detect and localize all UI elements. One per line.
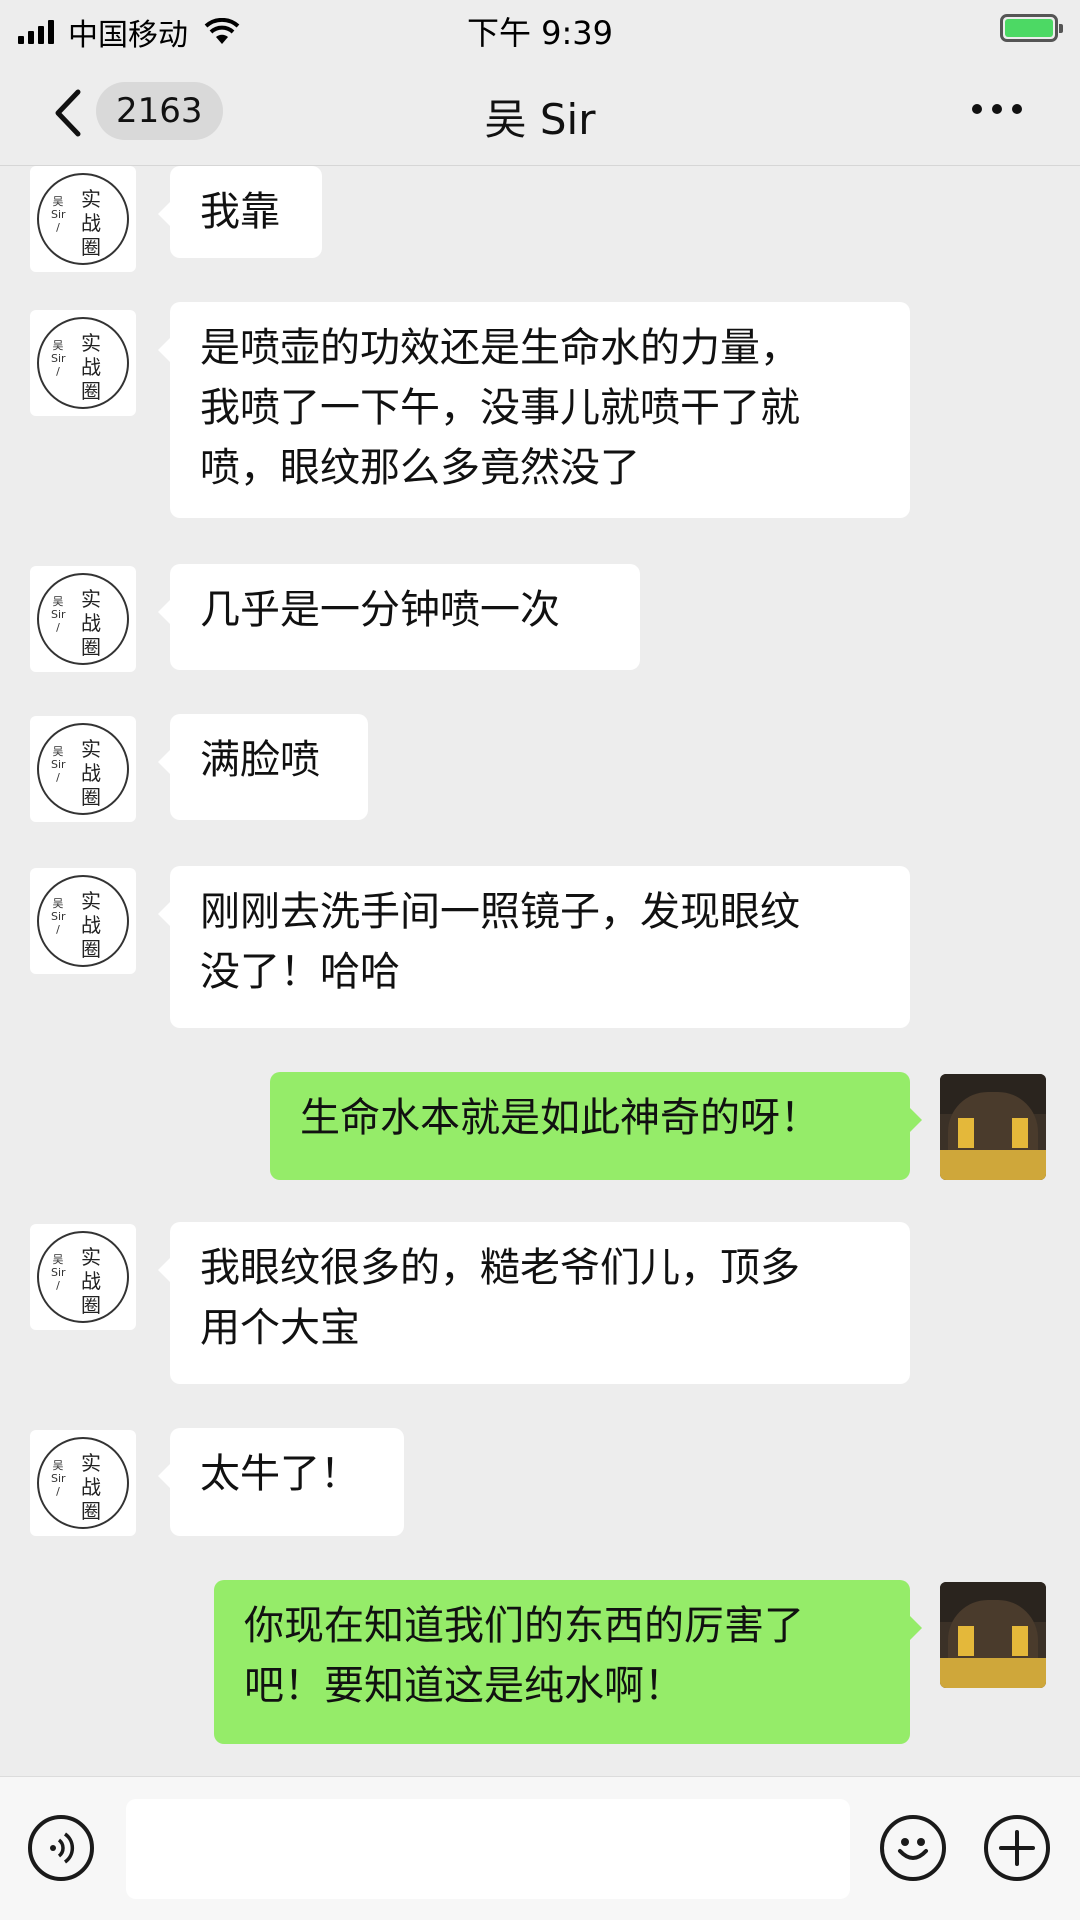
contact-logo: 吴 Sir / 实战圈 [37, 573, 129, 665]
incoming-message-bubble[interactable]: 满脸喷 [158, 714, 368, 820]
contact-avatar[interactable]: 吴 Sir / 实战圈 [30, 166, 136, 272]
contact-avatar[interactable]: 吴 Sir / 实战圈 [30, 310, 136, 416]
logo-small-text: 吴 Sir / [51, 1459, 66, 1498]
incoming-message-bubble[interactable]: 刚刚去洗手间一照镜子，发现眼纹 没了！哈哈 [158, 866, 910, 1028]
contact-logo: 吴 Sir / 实战圈 [37, 1437, 129, 1529]
status-bar: 中国移动 下午 9:39 [0, 0, 1080, 56]
avatar-photo-part [958, 1626, 974, 1656]
message-input[interactable] [126, 1799, 850, 1899]
avatar-photo-part [1012, 1626, 1028, 1656]
contact-logo: 吴 Sir / 实战圈 [37, 875, 129, 967]
input-bar [0, 1776, 1080, 1920]
avatar-photo-part [940, 1658, 1046, 1688]
nav-bar: 2163 吴 Sir [0, 56, 1080, 166]
chat-title: 吴 Sir [484, 95, 596, 144]
incoming-message-bubble[interactable]: 我眼纹很多的，糙老爷们儿，顶多 用个大宝 [158, 1222, 910, 1384]
battery-level [1005, 19, 1053, 37]
incoming-message-bubble[interactable]: 是喷壶的功效还是生命水的力量， 我喷了一下午，没事儿就喷干了就 喷，眼纹那么多竟… [158, 302, 910, 518]
battery-icon [1000, 14, 1063, 42]
incoming-message-bubble[interactable]: 几乎是一分钟喷一次 [158, 564, 640, 670]
outgoing-message-bubble[interactable]: 你现在知道我们的东西的厉害了 吧！要知道这是纯水啊！ [214, 1580, 922, 1744]
contact-avatar[interactable]: 吴 Sir / 实战圈 [30, 566, 136, 672]
emoji-icon[interactable] [880, 1815, 946, 1881]
logo-small-text: 吴 Sir / [51, 595, 66, 634]
logo-big-text: 实战圈 [81, 331, 101, 403]
logo-big-text: 实战圈 [81, 889, 101, 961]
incoming-message-bubble[interactable]: 我靠 [158, 166, 322, 258]
incoming-message-bubble[interactable]: 太牛了！ [158, 1428, 404, 1536]
logo-small-text: 吴 Sir / [51, 897, 66, 936]
contact-avatar[interactable]: 吴 Sir / 实战圈 [30, 716, 136, 822]
logo-big-text: 实战圈 [81, 737, 101, 809]
status-time: 下午 9:39 [466, 14, 614, 52]
contact-logo: 吴 Sir / 实战圈 [37, 1231, 129, 1323]
plus-icon[interactable] [984, 1815, 1050, 1881]
logo-small-text: 吴 Sir / [51, 339, 66, 378]
user-avatar[interactable] [940, 1074, 1046, 1180]
logo-big-text: 实战圈 [81, 1451, 101, 1523]
contact-logo: 吴 Sir / 实战圈 [37, 173, 129, 265]
contact-logo: 吴 Sir / 实战圈 [37, 317, 129, 409]
logo-big-text: 实战圈 [81, 587, 101, 659]
contact-avatar[interactable]: 吴 Sir / 实战圈 [30, 868, 136, 974]
logo-small-text: 吴 Sir / [51, 1253, 66, 1292]
avatar-photo-part [1012, 1118, 1028, 1148]
logo-small-text: 吴 Sir / [51, 195, 66, 234]
logo-small-text: 吴 Sir / [51, 745, 66, 784]
outgoing-message-bubble[interactable]: 生命水本就是如此神奇的呀！ [270, 1072, 922, 1180]
avatar-photo-part [940, 1150, 1046, 1180]
contact-logo: 吴 Sir / 实战圈 [37, 723, 129, 815]
voice-icon[interactable] [28, 1815, 94, 1881]
more-dots-icon[interactable] [972, 104, 1022, 114]
avatar-photo-part [958, 1118, 974, 1148]
user-avatar[interactable] [940, 1582, 1046, 1688]
logo-big-text: 实战圈 [81, 1245, 101, 1317]
contact-avatar[interactable]: 吴 Sir / 实战圈 [30, 1224, 136, 1330]
contact-avatar[interactable]: 吴 Sir / 实战圈 [30, 1430, 136, 1536]
logo-big-text: 实战圈 [81, 187, 101, 259]
